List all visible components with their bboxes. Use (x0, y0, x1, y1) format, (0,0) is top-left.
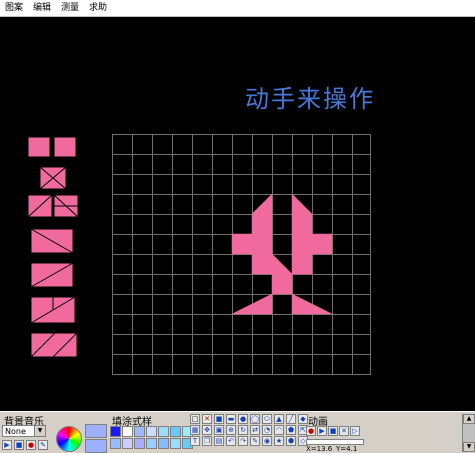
text-tool-icon[interactable]: T (190, 436, 200, 446)
palette-piece-two-squares[interactable] (27, 136, 77, 158)
bg-music-value: None (5, 427, 26, 436)
bottom-toolbar: 背景音乐 None ▼ ▶ ■ ● ✎ 填涂式样 □ ✕ ■ ▬ ● ◯ ⬭ ▲… (0, 411, 475, 453)
chevron-down-icon[interactable]: ▼ (34, 426, 45, 436)
circle-tool-icon[interactable]: ● (238, 414, 248, 424)
palette-piece-diagonal-rect-2[interactable] (30, 262, 74, 288)
grid-tool-icon[interactable]: ▦ (190, 425, 200, 435)
fill-style-pattern[interactable] (170, 426, 181, 437)
fill-style-pattern[interactable] (134, 426, 145, 437)
scroll-up-icon[interactable]: ▲ (463, 414, 475, 424)
drawing-canvas[interactable]: 动手来操作 (0, 17, 475, 411)
stop-icon[interactable]: ■ (14, 440, 24, 450)
menu-bar: 图案 编辑 测量 求助 (0, 0, 475, 17)
fill-tool-icon[interactable]: ▣ (214, 425, 224, 435)
fill-style-solid[interactable] (110, 426, 121, 437)
palette-piece-cross-square[interactable] (39, 166, 67, 190)
line-tool-icon[interactable]: ╱ (286, 414, 296, 424)
color-swatch[interactable] (85, 424, 107, 438)
scroll-down-icon[interactable]: ▼ (463, 442, 475, 452)
fill-style-pattern[interactable] (158, 426, 169, 437)
oval-tool-icon[interactable]: ⬭ (262, 414, 272, 424)
bg-music-select[interactable]: None ▼ (2, 425, 46, 437)
shape-tools: □ ✕ ■ ▬ ● ◯ ⬭ ▲ ╱ ◆ ▦ ✥ ▣ ⊕ ↻ ⇄ ◔ ◠ ⬟ ⇱ … (190, 414, 309, 446)
move-tool-icon[interactable]: ✥ (202, 425, 212, 435)
ellipse-tool-icon[interactable]: ◯ (250, 414, 260, 424)
redo-tool-icon[interactable]: ↷ (238, 436, 248, 446)
copy-tool-icon[interactable]: ❐ (202, 436, 212, 446)
menu-help[interactable]: 求助 (84, 0, 112, 16)
flip-tool-icon[interactable]: ⇄ (250, 425, 260, 435)
palette-piece-trapezoid[interactable] (30, 296, 76, 324)
zoom-tool-icon[interactable]: ⊕ (226, 425, 236, 435)
fill-style-pattern[interactable] (146, 438, 157, 449)
anim-record-icon[interactable]: ● (306, 426, 316, 436)
fill-style-grid (110, 426, 193, 449)
shape-tool-icon[interactable]: ◆ (298, 414, 308, 424)
select-tool-icon[interactable]: □ (190, 414, 200, 424)
menu-pattern[interactable]: 图案 (0, 0, 28, 16)
settings-icon[interactable]: ✎ (38, 440, 48, 450)
piece-palette (27, 136, 79, 358)
fill-style-pattern[interactable] (110, 438, 121, 449)
anim-close-icon[interactable]: ✕ (339, 426, 349, 436)
palette-piece-split-squares[interactable] (27, 194, 79, 218)
undo-tool-icon[interactable]: ↶ (226, 436, 236, 446)
pentagon-tool-icon[interactable]: ⬟ (286, 425, 296, 435)
color-swatch-2[interactable] (85, 439, 107, 453)
toolbar-scrollbar[interactable]: ▲ ▼ (462, 414, 475, 452)
menu-edit[interactable]: 编辑 (28, 0, 56, 16)
rotate-tool-icon[interactable]: ↻ (238, 425, 248, 435)
star-tool-icon[interactable]: ★ (274, 436, 284, 446)
record-icon[interactable]: ● (26, 440, 36, 450)
anim-play-icon[interactable]: ▶ (317, 426, 327, 436)
fill-style-pattern[interactable] (146, 426, 157, 437)
anim-stop-icon[interactable]: ■ (328, 426, 338, 436)
palette-piece-double-diagonal[interactable] (30, 332, 78, 358)
animation-controls: ● ▶ ■ ✕ ▷ (306, 426, 360, 436)
sector-tool-icon[interactable]: ◔ (262, 425, 272, 435)
delete-tool-icon[interactable]: ✕ (202, 414, 212, 424)
fill-style-pattern[interactable] (158, 438, 169, 449)
circle2-tool-icon[interactable]: ◉ (262, 436, 272, 446)
menu-measure[interactable]: 测量 (56, 0, 84, 16)
palette-piece-diagonal-rect[interactable] (30, 228, 74, 254)
anim-next-icon[interactable]: ▷ (350, 426, 360, 436)
music-controls: ▶ ■ ● ✎ (2, 440, 48, 450)
fill-style-pattern[interactable] (122, 438, 133, 449)
rect-tool-icon[interactable]: ▬ (226, 414, 236, 424)
square-tool-icon[interactable]: ■ (214, 414, 224, 424)
fill-style-pattern[interactable] (170, 438, 181, 449)
page-title: 动手来操作 (245, 85, 375, 113)
arc-tool-icon[interactable]: ◠ (274, 425, 284, 435)
color-picker[interactable] (56, 426, 82, 452)
grid-board[interactable] (112, 134, 372, 376)
pen-tool-icon[interactable]: ✎ (250, 436, 260, 446)
hex-tool-icon[interactable]: ⬢ (286, 436, 296, 446)
triangle-tool-icon[interactable]: ▲ (274, 414, 284, 424)
play-icon[interactable]: ▶ (2, 440, 12, 450)
fill-style-pattern[interactable] (134, 438, 145, 449)
paste-tool-icon[interactable]: ▤ (214, 436, 224, 446)
fill-style-pattern[interactable] (122, 426, 133, 437)
